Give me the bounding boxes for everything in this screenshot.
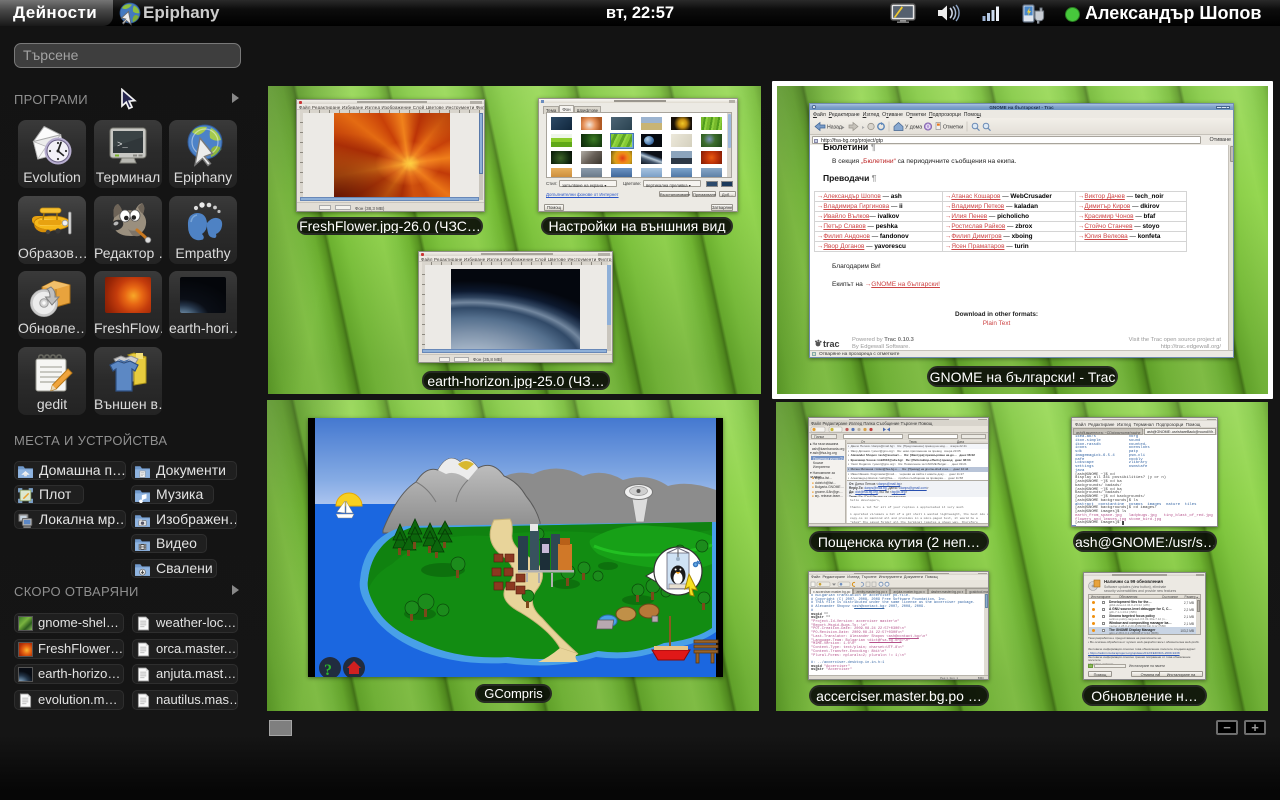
svg-text:Отметки: Отметки <box>943 125 963 131</box>
svg-text:trac: trac <box>823 339 840 349</box>
svg-text:?: ? <box>324 662 332 677</box>
svg-text:>_: >_ <box>117 140 128 150</box>
svg-text:Назад: Назад <box>827 125 842 131</box>
svg-text:У дома: У дома <box>905 125 922 131</box>
